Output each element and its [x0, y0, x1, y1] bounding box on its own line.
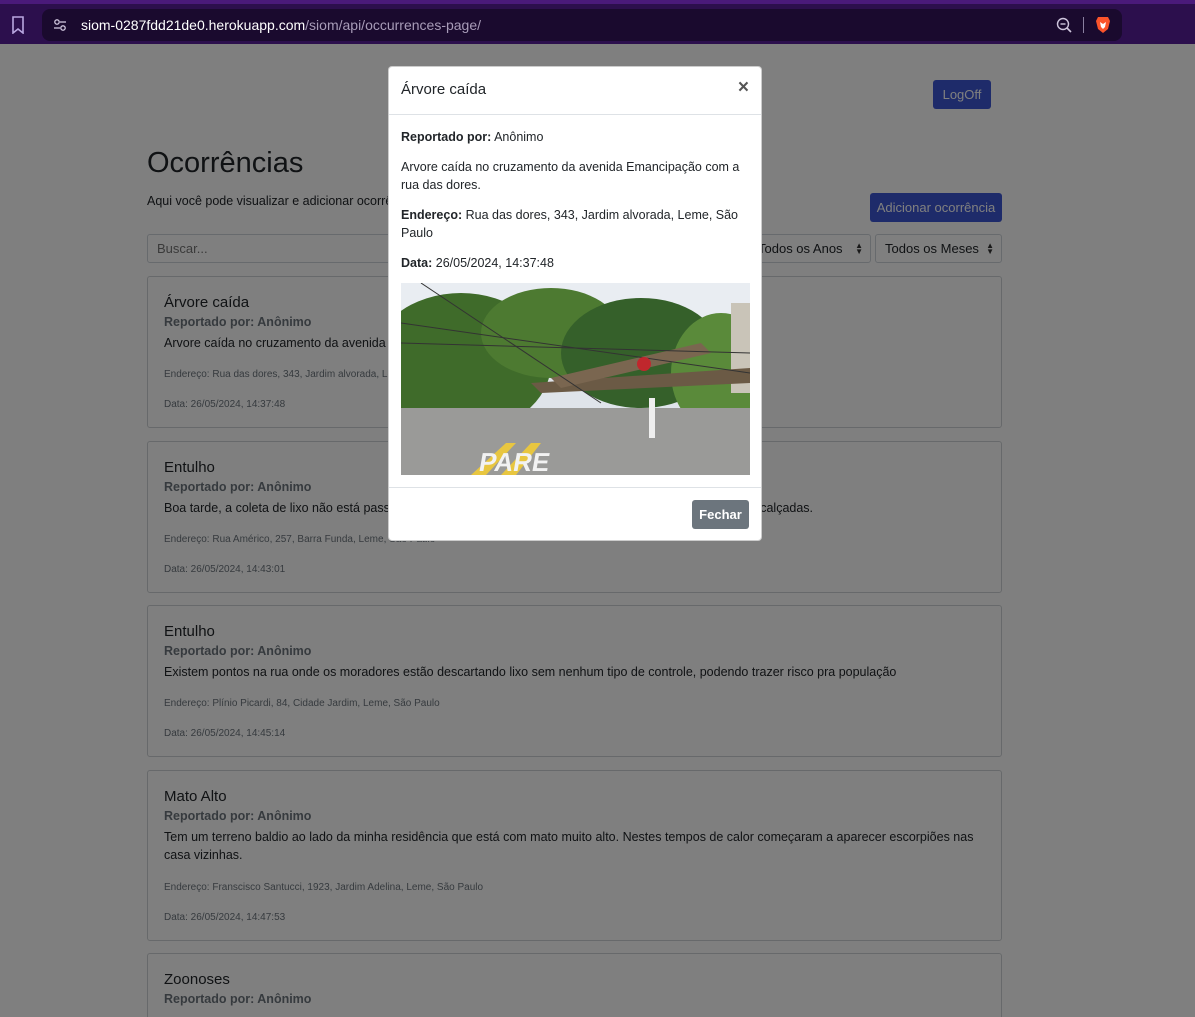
zoom-icon[interactable] — [1056, 17, 1072, 33]
modal-date-label: Data: — [401, 256, 433, 270]
tune-icon[interactable] — [53, 18, 67, 32]
modal-reporter-value: Anônimo — [494, 130, 544, 144]
url-path: /siom/api/occurrences-page/ — [305, 17, 482, 33]
modal-reporter-label: Reportado por: — [401, 130, 492, 144]
modal-body: Reportado por: Anônimo Arvore caída no c… — [401, 128, 750, 284]
modal-date: Data: 26/05/2024, 14:37:48 — [401, 254, 750, 272]
modal-header: Árvore caída × — [389, 67, 761, 115]
bookmark-icon[interactable] — [11, 16, 25, 34]
close-button[interactable]: Fechar — [692, 500, 749, 529]
brave-icon[interactable] — [1095, 16, 1111, 34]
browser-toolbar: siom-0287fdd21de0.herokuapp.com/siom/api… — [0, 0, 1195, 44]
modal-date-value: 26/05/2024, 14:37:48 — [435, 256, 554, 270]
occurrence-modal: Árvore caída × Reportado por: Anônimo Ar… — [388, 66, 762, 541]
fallen-tree-photo: PARE — [401, 283, 750, 475]
address-bar[interactable]: siom-0287fdd21de0.herokuapp.com/siom/api… — [42, 9, 1122, 41]
modal-address: Endereço: Rua das dores, 343, Jardim alv… — [401, 206, 750, 242]
photo-illustration: PARE — [401, 283, 750, 475]
url-divider — [1083, 17, 1084, 33]
modal-address-label: Endereço: — [401, 208, 463, 222]
modal-footer: Fechar — [389, 487, 761, 541]
url-host: siom-0287fdd21de0.herokuapp.com — [81, 17, 306, 33]
modal-description: Arvore caída no cruzamento da avenida Em… — [401, 160, 740, 192]
modal-reporter: Reportado por: Anônimo — [401, 128, 750, 146]
close-icon[interactable]: × — [738, 78, 749, 97]
modal-title: Árvore caída — [401, 81, 487, 98]
url-text: siom-0287fdd21de0.herokuapp.com/siom/api… — [81, 17, 481, 33]
svg-text:PARE: PARE — [477, 447, 553, 475]
